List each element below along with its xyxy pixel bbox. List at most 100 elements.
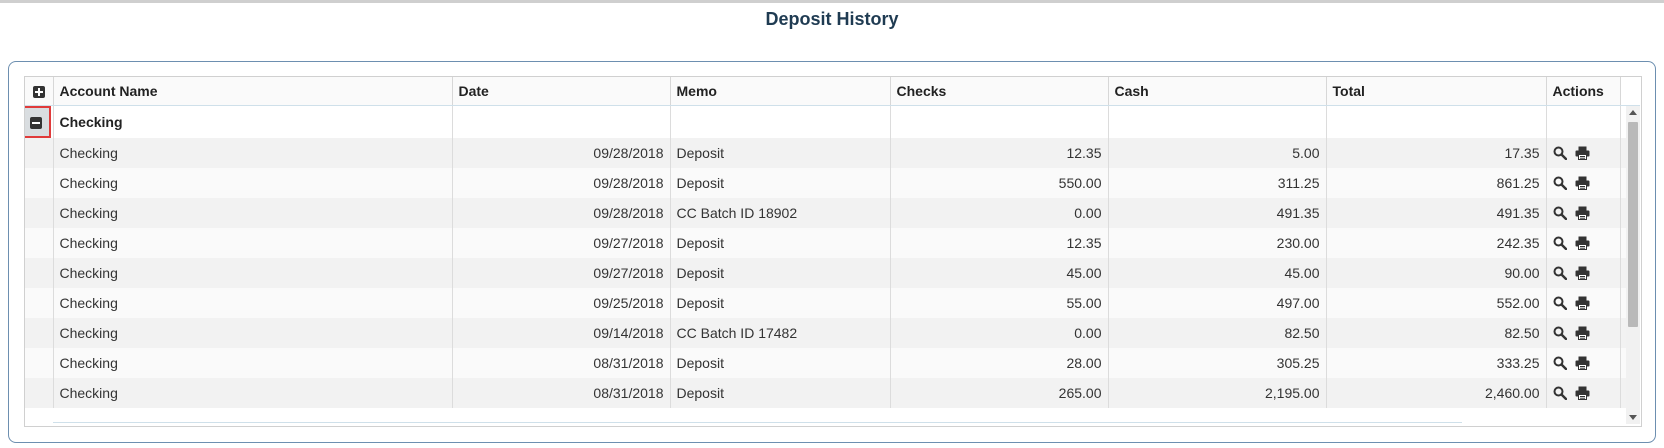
row-indent-cell xyxy=(25,198,54,228)
cell-total: 333.25 xyxy=(1326,348,1547,378)
cell-total: 82.50 xyxy=(1326,318,1547,348)
cell-actions xyxy=(1546,348,1621,378)
cell-memo: Deposit xyxy=(670,138,891,168)
cell-date: 09/14/2018 xyxy=(452,318,671,348)
print-icon[interactable] xyxy=(1575,326,1590,340)
cell-memo: CC Batch ID 17482 xyxy=(670,318,891,348)
table-row[interactable]: Checking 09/28/2018 Deposit 550.00 311.25 861… xyxy=(25,168,1640,198)
cell-memo: Deposit xyxy=(670,168,891,198)
cell-date: 09/27/2018 xyxy=(452,228,671,258)
cell-cash: 5.00 xyxy=(1108,138,1327,168)
cell-actions xyxy=(1546,318,1621,348)
cell-cash: 491.35 xyxy=(1108,198,1327,228)
table-row[interactable]: Checking 09/25/2018 Deposit 55.00 497.00 552.… xyxy=(25,288,1640,318)
search-icon[interactable] xyxy=(1553,296,1567,310)
print-icon[interactable] xyxy=(1575,146,1590,160)
group-empty-cell xyxy=(1326,105,1547,138)
page: Deposit History Account Name Date Memo C… xyxy=(0,0,1664,448)
cell-account-name: Checking xyxy=(53,228,453,258)
table-row[interactable]: Checking 09/28/2018 Deposit 12.35 5.00 17.35 xyxy=(25,138,1640,168)
print-icon[interactable] xyxy=(1575,296,1590,310)
search-icon[interactable] xyxy=(1553,146,1567,160)
scrollbar-header-spacer xyxy=(1620,77,1640,106)
cell-date: 09/28/2018 xyxy=(452,138,671,168)
print-icon[interactable] xyxy=(1575,356,1590,370)
cell-account-name: Checking xyxy=(53,138,453,168)
cell-account-name: Checking xyxy=(53,258,453,288)
search-icon[interactable] xyxy=(1553,326,1567,340)
search-icon[interactable] xyxy=(1553,356,1567,370)
group-collapse-cell[interactable] xyxy=(25,105,54,138)
cell-total: 17.35 xyxy=(1326,138,1547,168)
print-icon[interactable] xyxy=(1575,266,1590,280)
scrollbar-thumb[interactable] xyxy=(1628,122,1638,327)
column-header-cash[interactable]: Cash xyxy=(1108,77,1327,106)
search-icon[interactable] xyxy=(1553,236,1567,250)
column-header-account-name[interactable]: Account Name xyxy=(53,77,453,106)
search-icon[interactable] xyxy=(1553,386,1567,400)
cell-actions xyxy=(1546,228,1621,258)
cell-total: 552.00 xyxy=(1326,288,1547,318)
row-indent-cell xyxy=(25,138,54,168)
cell-cash: 305.25 xyxy=(1108,348,1327,378)
table-row[interactable]: Checking 09/28/2018 CC Batch ID 18902 0.00 4… xyxy=(25,198,1640,228)
search-icon[interactable] xyxy=(1553,176,1567,190)
expand-all-header[interactable] xyxy=(25,77,54,106)
cell-checks: 12.35 xyxy=(890,228,1109,258)
cell-memo: Deposit xyxy=(670,378,891,408)
group-empty-cell xyxy=(1108,105,1327,138)
row-indent-cell xyxy=(25,348,54,378)
table-row[interactable]: Checking 09/27/2018 Deposit 45.00 45.00 90.00 xyxy=(25,258,1640,288)
cell-cash: 82.50 xyxy=(1108,318,1327,348)
table-row[interactable]: Checking 08/31/2018 Deposit 28.00 305.25 333.… xyxy=(25,348,1640,378)
cell-checks: 550.00 xyxy=(890,168,1109,198)
minus-square-icon[interactable] xyxy=(29,117,42,130)
column-header-memo[interactable]: Memo xyxy=(670,77,891,106)
search-icon[interactable] xyxy=(1553,206,1567,220)
cell-checks: 55.00 xyxy=(890,288,1109,318)
cell-actions xyxy=(1546,198,1621,228)
print-icon[interactable] xyxy=(1575,386,1590,400)
row-indent-cell xyxy=(25,168,54,198)
table-row[interactable]: Checking 08/31/2018 Deposit 265.00 2,195.00 2… xyxy=(25,378,1640,408)
deposit-grid: Account Name Date Memo Checks Cash Total… xyxy=(24,76,1642,427)
cell-total: 242.35 xyxy=(1326,228,1547,258)
plus-square-icon[interactable] xyxy=(32,86,45,99)
scroll-down-arrow-icon[interactable] xyxy=(1629,415,1637,420)
vertical-scrollbar[interactable] xyxy=(1626,106,1640,424)
table-row[interactable]: Checking 09/27/2018 Deposit 12.35 230.00 242.… xyxy=(25,228,1640,258)
cell-memo: Deposit xyxy=(670,288,891,318)
cell-cash: 230.00 xyxy=(1108,228,1327,258)
cell-actions xyxy=(1546,288,1621,318)
deposit-table: Account Name Date Memo Checks Cash Total… xyxy=(25,77,1640,408)
cell-actions xyxy=(1546,168,1621,198)
column-header-date[interactable]: Date xyxy=(452,77,671,106)
cell-account-name: Checking xyxy=(53,318,453,348)
cell-total: 491.35 xyxy=(1326,198,1547,228)
cell-date: 08/31/2018 xyxy=(452,378,671,408)
group-empty-cell xyxy=(890,105,1109,138)
cell-checks: 45.00 xyxy=(890,258,1109,288)
cell-checks: 265.00 xyxy=(890,378,1109,408)
print-icon[interactable] xyxy=(1575,176,1590,190)
print-icon[interactable] xyxy=(1575,236,1590,250)
collapse-group-button[interactable] xyxy=(25,106,51,138)
column-header-checks[interactable]: Checks xyxy=(890,77,1109,106)
table-row[interactable]: Checking 09/14/2018 CC Batch ID 17482 0.00 8… xyxy=(25,318,1640,348)
grid-bottom-border xyxy=(53,422,1462,423)
row-indent-cell xyxy=(25,288,54,318)
cell-actions xyxy=(1546,138,1621,168)
cell-date: 09/28/2018 xyxy=(452,168,671,198)
group-empty-cell xyxy=(1546,105,1621,138)
cell-memo: Deposit xyxy=(670,258,891,288)
cell-cash: 45.00 xyxy=(1108,258,1327,288)
column-header-total[interactable]: Total xyxy=(1326,77,1547,106)
cell-account-name: Checking xyxy=(53,198,453,228)
group-label: Checking xyxy=(53,105,453,138)
cell-account-name: Checking xyxy=(53,348,453,378)
cell-total: 2,460.00 xyxy=(1326,378,1547,408)
scroll-up-arrow-icon[interactable] xyxy=(1629,110,1637,115)
search-icon[interactable] xyxy=(1553,266,1567,280)
cell-checks: 12.35 xyxy=(890,138,1109,168)
print-icon[interactable] xyxy=(1575,206,1590,220)
